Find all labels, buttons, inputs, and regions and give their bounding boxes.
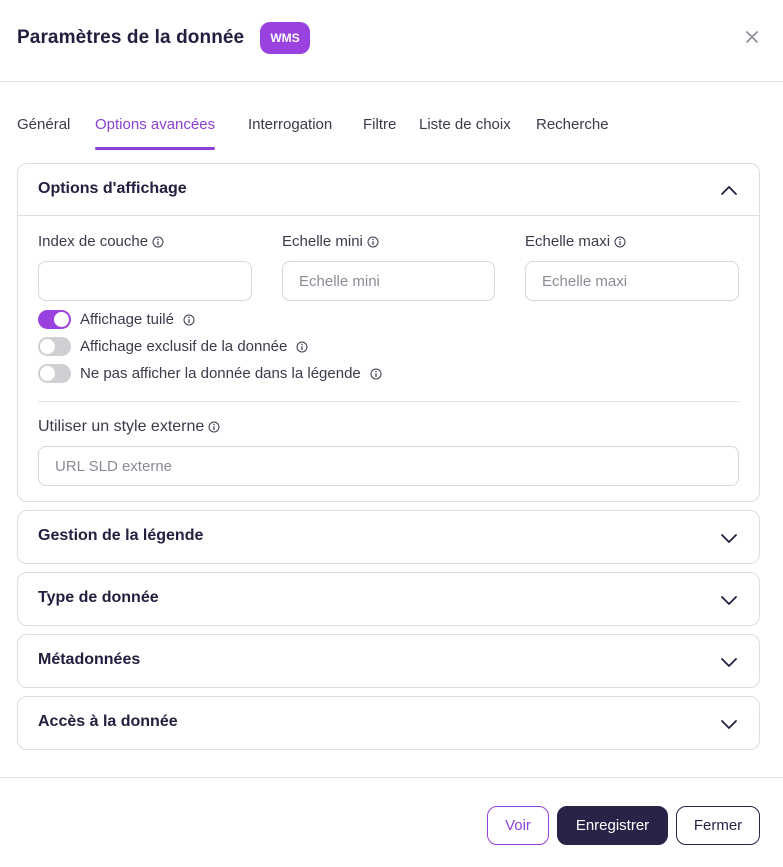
display-options-header[interactable]: Options d'affichage [18, 164, 759, 216]
dialog-header: Paramètres de la donnée WMS [0, 0, 783, 82]
min-scale-label: Echelle mini [282, 233, 379, 250]
panel-title: Type de donnée [38, 589, 159, 606]
save-button[interactable]: Enregistrer [557, 806, 668, 845]
panel-title: Gestion de la légende [38, 527, 204, 544]
toggle-label: Ne pas afficher la donnée dans la légend… [80, 365, 361, 382]
data-access-panel: Accès à la donnée [17, 696, 760, 750]
info-icon[interactable] [296, 341, 308, 353]
exclusive-display-toggle[interactable] [38, 337, 71, 356]
hide-in-legend-row: Ne pas afficher la donnée dans la légend… [38, 364, 382, 383]
chevron-down-icon[interactable] [719, 652, 739, 672]
tab-choice-list[interactable]: Liste de choix [419, 116, 511, 150]
dialog-title: Paramètres de la donnée [17, 27, 245, 48]
metadata-header[interactable]: Métadonnées [18, 635, 759, 687]
tab-search[interactable]: Recherche [536, 116, 609, 150]
toggle-label: Affichage exclusif de la donnée [80, 338, 288, 355]
legend-management-header[interactable]: Gestion de la légende [18, 511, 759, 563]
legend-management-panel: Gestion de la légende [17, 510, 760, 564]
info-icon[interactable] [208, 421, 220, 433]
section-divider [38, 401, 739, 402]
footer-divider [0, 777, 783, 778]
chevron-down-icon[interactable] [719, 714, 739, 734]
panel-title: Options d'affichage [38, 180, 187, 197]
chevron-down-icon[interactable] [719, 590, 739, 610]
hide-in-legend-toggle[interactable] [38, 364, 71, 383]
tiled-display-row: Affichage tuilé [38, 310, 195, 329]
panel-title: Métadonnées [38, 651, 141, 668]
tab-advanced-options[interactable]: Options avancées [95, 116, 216, 150]
view-button[interactable]: Voir [487, 806, 549, 845]
metadata-panel: Métadonnées [17, 634, 760, 688]
info-icon[interactable] [183, 314, 195, 326]
close-button[interactable]: Fermer [676, 806, 760, 845]
toggle-label: Affichage tuilé [80, 311, 174, 328]
chevron-up-icon[interactable] [719, 181, 739, 201]
close-icon[interactable] [742, 27, 762, 47]
external-sld-url-input[interactable] [38, 446, 739, 486]
info-icon[interactable] [370, 368, 382, 380]
external-style-label: Utiliser un style externe [38, 418, 220, 436]
panel-title: Accès à la donnée [38, 713, 178, 730]
tab-interrogation[interactable]: Interrogation [248, 116, 332, 150]
data-access-header[interactable]: Accès à la donnée [18, 697, 759, 749]
tab-filter[interactable]: Filtre [363, 116, 396, 150]
min-scale-input[interactable] [282, 261, 495, 301]
max-scale-input[interactable] [525, 261, 739, 301]
tab-general[interactable]: Général [17, 116, 70, 150]
data-type-header[interactable]: Type de donnée [18, 573, 759, 625]
wms-badge: WMS [260, 22, 310, 54]
tiled-display-toggle[interactable] [38, 310, 71, 329]
max-scale-label: Echelle maxi [525, 233, 626, 250]
layer-index-label: Index de couche [38, 233, 164, 250]
info-icon[interactable] [152, 236, 164, 248]
chevron-down-icon[interactable] [719, 528, 739, 548]
data-type-panel: Type de donnée [17, 572, 760, 626]
layer-index-input[interactable] [38, 261, 252, 301]
display-options-panel: Options d'affichage Index de couche Eche… [17, 163, 760, 502]
info-icon[interactable] [367, 236, 379, 248]
info-icon[interactable] [614, 236, 626, 248]
exclusive-display-row: Affichage exclusif de la donnée [38, 337, 308, 356]
